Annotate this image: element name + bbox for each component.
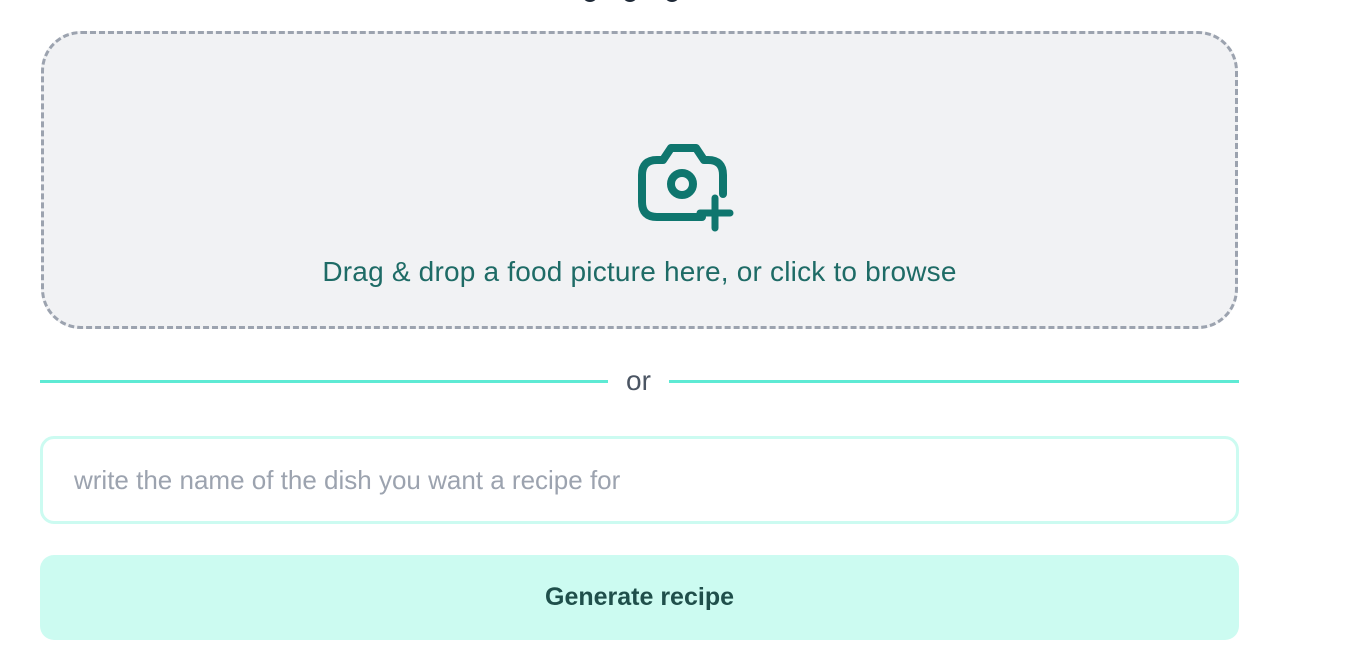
generate-recipe-button[interactable]: Generate recipe <box>40 555 1239 640</box>
divider-line-right <box>669 380 1239 383</box>
page-heading-cropped <box>560 0 710 4</box>
divider-label: or <box>626 365 651 396</box>
dropzone-prompt: Drag & drop a food picture here, or clic… <box>322 256 957 287</box>
recipe-generator-page: Drag & drop a food picture here, or clic… <box>0 0 1366 672</box>
dish-name-input[interactable] <box>40 436 1239 524</box>
or-divider: or <box>40 365 1239 401</box>
camera-plus-icon <box>638 144 734 232</box>
image-dropzone[interactable]: Drag & drop a food picture here, or clic… <box>41 31 1238 329</box>
divider-line-left <box>40 380 608 383</box>
